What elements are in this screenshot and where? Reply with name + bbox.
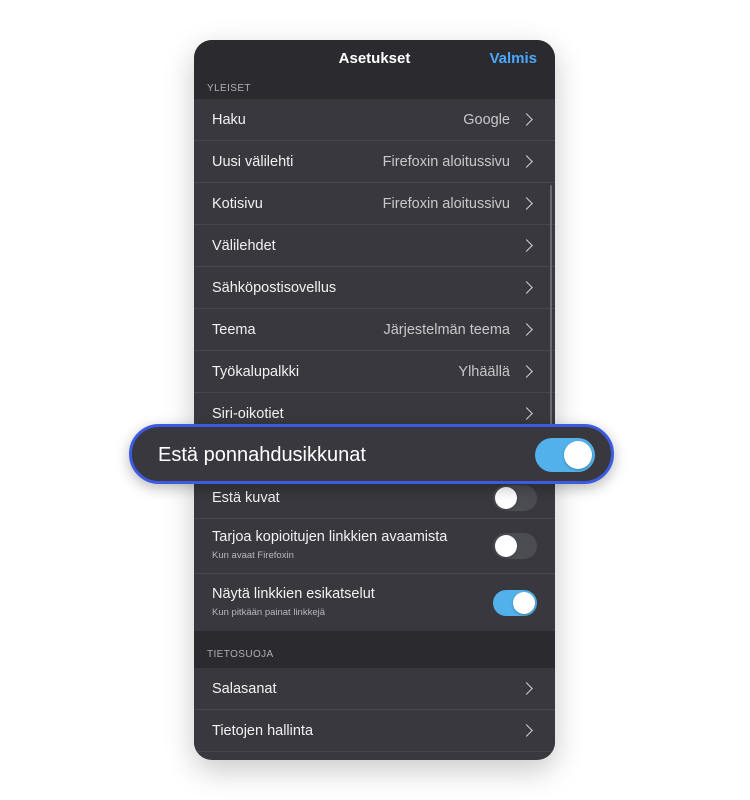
settings-row-link-previews: Näytä linkkien esikatselut Kun pitkään p… <box>194 574 555 631</box>
row-label: Siri-oikotiet <box>212 406 284 422</box>
row-subtitle: Kun pitkään painat linkkejä <box>212 607 326 618</box>
settings-screen: Asetukset Valmis YLEISET Haku Google Uus… <box>194 40 555 760</box>
highlighted-block-popups-row: Estä ponnahdusikkunat <box>129 424 614 484</box>
row-label: Teema <box>212 322 256 338</box>
row-label: Estä kuvat <box>212 490 280 506</box>
row-label: Salasanat <box>212 681 277 697</box>
row-label: Uusi välilehti <box>212 154 294 170</box>
row-value: Ylhäällä <box>458 364 510 380</box>
settings-row-homepage[interactable]: Kotisivu Firefoxin aloitussivu <box>194 183 555 225</box>
block-popups-label: Estä ponnahdusikkunat <box>158 444 366 466</box>
settings-row-search[interactable]: Haku Google <box>194 99 555 141</box>
chevron-right-icon <box>520 155 533 168</box>
toggle-knob <box>495 487 517 509</box>
chevron-right-icon <box>520 281 533 294</box>
row-label: Tietojen hallinta <box>212 723 314 739</box>
row-subtitle: Kun avaat Firefoxin <box>212 550 294 561</box>
offer-copied-links-toggle[interactable] <box>493 533 537 559</box>
settings-row-new-tab[interactable]: Uusi välilehti Firefoxin aloitussivu <box>194 141 555 183</box>
chevron-right-icon <box>520 323 533 336</box>
done-button[interactable]: Valmis <box>489 50 537 67</box>
row-label: Kotisivu <box>212 196 263 212</box>
settings-row-toolbar[interactable]: Työkalupalkki Ylhäällä <box>194 351 555 393</box>
settings-row-theme[interactable]: Teema Järjestelmän teema <box>194 309 555 351</box>
chevron-right-icon <box>520 407 533 420</box>
row-label: Välilehdet <box>212 238 276 254</box>
toggle-knob <box>564 441 592 469</box>
settings-row-offer-copied-links: Tarjoa kopioitujen linkkien avaamista Ku… <box>194 519 555 574</box>
settings-row-data-management[interactable]: Tietojen hallinta <box>194 710 555 752</box>
chevron-right-icon <box>520 197 533 210</box>
block-images-toggle[interactable] <box>493 485 537 511</box>
row-value: Järjestelmän teema <box>383 322 510 338</box>
section-header-privacy: TIETOSUOJA <box>194 631 555 668</box>
toggle-knob <box>513 592 535 614</box>
row-label: Työkalupalkki <box>212 364 300 380</box>
row-label: Sähköpostisovellus <box>212 280 337 296</box>
settings-row-passwords[interactable]: Salasanat <box>194 668 555 710</box>
chevron-right-icon <box>520 365 533 378</box>
block-popups-toggle[interactable] <box>535 438 595 472</box>
row-value: Firefoxin aloitussivu <box>382 154 510 170</box>
navigation-bar: Asetukset Valmis <box>194 40 555 80</box>
toggle-knob <box>495 535 517 557</box>
section-header-general: YLEISET <box>194 79 555 99</box>
row-value: Firefoxin aloitussivu <box>382 196 510 212</box>
row-label: Tarjoa kopioitujen linkkien avaamista <box>212 529 448 545</box>
settings-row-mail-app[interactable]: Sähköpostisovellus <box>194 267 555 309</box>
settings-row-tabs[interactable]: Välilehdet <box>194 225 555 267</box>
chevron-right-icon <box>520 113 533 126</box>
chevron-right-icon <box>520 682 533 695</box>
chevron-right-icon <box>520 239 533 252</box>
row-value: Google <box>463 112 510 128</box>
row-label: Näytä linkkien esikatselut <box>212 586 375 602</box>
row-label: Haku <box>212 112 246 128</box>
chevron-right-icon <box>520 724 533 737</box>
link-previews-toggle[interactable] <box>493 590 537 616</box>
